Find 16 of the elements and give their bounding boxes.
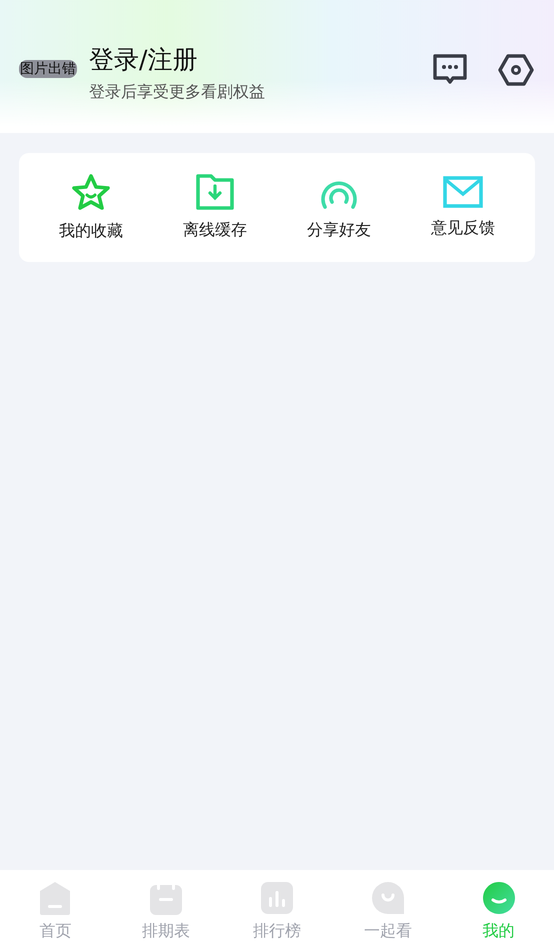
shortcut-item[interactable]: 我的收藏 xyxy=(41,173,141,242)
shortcut-item[interactable]: 离线缓存 xyxy=(165,174,265,241)
smile-icon xyxy=(370,880,405,914)
home-icon xyxy=(38,880,72,914)
avatar-alt-text[interactable]: 图片出错 xyxy=(19,60,77,78)
shortcut-item[interactable]: 分享好友 xyxy=(289,174,389,241)
shortcut-item[interactable]: 意见反馈 xyxy=(413,176,513,239)
message-icon[interactable] xyxy=(432,52,468,86)
login-link[interactable]: 登录/注册 xyxy=(89,42,402,76)
settings-icon[interactable] xyxy=(498,54,534,86)
chart-icon xyxy=(260,880,294,914)
smile-icon xyxy=(482,880,516,914)
star-icon xyxy=(71,173,111,211)
mail-icon xyxy=(443,176,483,208)
login-subtitle: 登录后享受更多看剧权益 xyxy=(89,82,266,102)
folder-download-icon xyxy=(196,174,234,210)
